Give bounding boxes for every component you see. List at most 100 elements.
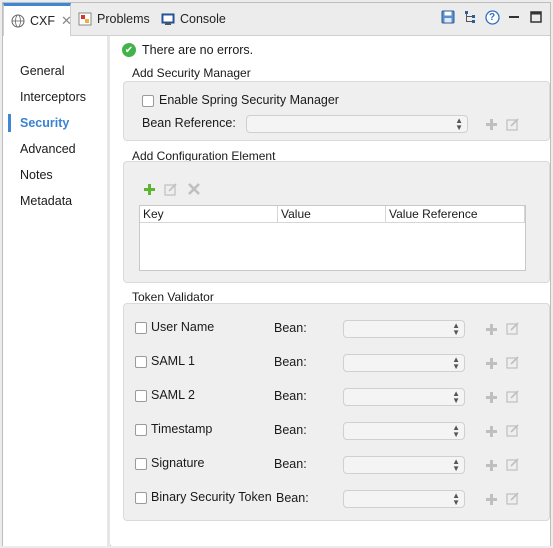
timestamp-checkbox[interactable] — [135, 424, 147, 436]
close-tab-icon[interactable]: ✕ — [61, 13, 72, 29]
edit-bean-icon[interactable] — [506, 491, 520, 505]
nav-item-label: Advanced — [20, 142, 76, 156]
combo-arrows-icon: ▲ ▼ — [452, 423, 460, 439]
edit-bean-icon[interactable] — [506, 423, 520, 437]
combo-arrows-icon: ▲ ▼ — [452, 321, 460, 337]
nav-item-label: Notes — [20, 168, 53, 182]
add-bean-icon[interactable] — [484, 390, 498, 404]
nav-item-label: Security — [20, 116, 70, 130]
validation-status: ✔ There are no errors. — [122, 43, 253, 57]
tab-cxf-label: CXF — [30, 14, 55, 28]
token-label: Timestamp — [151, 422, 213, 436]
nav-item-label: Interceptors — [20, 90, 87, 104]
combo-arrows-icon: ▲ ▼ — [452, 457, 460, 473]
token-row-timestamp: Timestamp Bean: — [133, 420, 533, 440]
nav-item-label: Metadata — [20, 194, 73, 208]
view-toolbar: ? — [440, 9, 544, 25]
bean-label: Bean: — [276, 491, 309, 505]
help-glyph: ? — [488, 12, 496, 23]
token-label: User Name — [151, 320, 215, 334]
saml1-bean-combo[interactable]: ▲ ▼ — [343, 354, 465, 372]
edit-config-icon[interactable] — [164, 182, 178, 196]
token-row-saml1: SAML 1 Bean: — [133, 352, 533, 372]
nav-item-interceptors[interactable]: Interceptors — [3, 86, 107, 108]
saml1-checkbox[interactable] — [135, 356, 147, 368]
tab-bar: CXF ✕ Problems Console ? — [3, 3, 550, 36]
security-manager-title: Add Security Manager — [132, 66, 251, 80]
security-panel: ✔ There are no errors. Add Security Mana… — [111, 36, 550, 546]
console-icon — [161, 12, 175, 26]
edit-bean-icon[interactable] — [506, 355, 520, 369]
nav-divider — [107, 36, 110, 546]
token-label: SAML 1 — [151, 354, 196, 368]
tab-cxf[interactable]: CXF ✕ — [3, 3, 72, 36]
tab-problems-label: Problems — [97, 12, 150, 26]
bean-label: Bean: — [274, 457, 307, 471]
column-key[interactable]: Key — [140, 206, 278, 222]
bean-reference-combo[interactable]: ▲ ▼ — [246, 115, 468, 133]
token-validator-title: Token Validator — [132, 290, 214, 304]
problems-icon — [78, 12, 92, 26]
status-text: There are no errors. — [142, 43, 254, 57]
delete-config-icon[interactable] — [187, 182, 201, 196]
enable-spring-security-label: Enable Spring Security Manager — [159, 93, 339, 107]
add-bean-icon[interactable] — [484, 424, 498, 438]
maximize-icon[interactable] — [528, 9, 544, 25]
combo-arrows-icon: ▲ ▼ — [452, 491, 460, 507]
enable-spring-security-checkbox[interactable] — [142, 95, 154, 107]
nav-item-notes[interactable]: Notes — [3, 164, 107, 186]
editor-window: CXF ✕ Problems Console ? General Interce… — [2, 2, 551, 546]
config-table[interactable]: Key Value Value Reference — [139, 205, 526, 271]
add-bean-icon[interactable] — [484, 117, 498, 131]
tab-console-label: Console — [180, 12, 226, 26]
combo-arrows-icon: ▲ ▼ — [455, 116, 463, 132]
token-row-signature: Signature Bean: — [133, 454, 533, 474]
edit-bean-icon[interactable] — [506, 117, 520, 131]
edit-bean-icon[interactable] — [506, 457, 520, 471]
check-icon: ✔ — [122, 43, 136, 57]
token-row-saml2: SAML 2 Bean: — [133, 386, 533, 406]
combo-arrows-icon: ▲ ▼ — [452, 389, 460, 405]
section-nav: General Interceptors Security Advanced N… — [3, 36, 110, 546]
token-label: Signature — [151, 456, 205, 470]
token-label: SAML 2 — [151, 388, 196, 402]
nav-item-metadata[interactable]: Metadata — [3, 190, 107, 212]
signature-bean-combo[interactable]: ▲ ▼ — [343, 456, 465, 474]
edit-bean-icon[interactable] — [506, 321, 520, 335]
nav-item-advanced[interactable]: Advanced — [3, 138, 107, 160]
bean-label: Bean: — [274, 423, 307, 437]
security-manager-group: Enable Spring Security Manager Bean Refe… — [123, 81, 550, 141]
token-label: Binary Security Token — [151, 490, 272, 504]
minimize-icon[interactable] — [506, 9, 522, 25]
binary-security-token-checkbox[interactable] — [135, 492, 147, 504]
username-bean-combo[interactable]: ▲ ▼ — [343, 320, 465, 338]
column-value[interactable]: Value — [278, 206, 386, 222]
config-table-header: Key Value Value Reference — [140, 206, 525, 223]
nav-item-security[interactable]: Security — [3, 112, 107, 134]
timestamp-bean-combo[interactable]: ▲ ▼ — [343, 422, 465, 440]
add-bean-icon[interactable] — [484, 356, 498, 370]
saml2-checkbox[interactable] — [135, 390, 147, 402]
nav-item-label: General — [20, 64, 65, 78]
bean-label: Bean: — [274, 355, 307, 369]
binary-security-token-bean-combo[interactable]: ▲ ▼ — [343, 490, 465, 508]
tab-problems[interactable]: Problems — [78, 3, 150, 35]
saml2-bean-combo[interactable]: ▲ ▼ — [343, 388, 465, 406]
add-config-icon[interactable] — [142, 182, 156, 196]
bean-reference-label: Bean Reference: — [142, 116, 236, 130]
column-value-reference[interactable]: Value Reference — [386, 206, 525, 222]
token-row-username: User Name Bean: — [133, 318, 533, 338]
tree-icon[interactable] — [462, 9, 478, 25]
save-icon[interactable] — [440, 9, 456, 25]
help-icon[interactable]: ? — [484, 9, 500, 25]
signature-checkbox[interactable] — [135, 458, 147, 470]
combo-arrows-icon: ▲ ▼ — [452, 355, 460, 371]
tab-console[interactable]: Console — [161, 3, 226, 35]
add-bean-icon[interactable] — [484, 458, 498, 472]
add-bean-icon[interactable] — [484, 492, 498, 506]
username-checkbox[interactable] — [135, 322, 147, 334]
bean-label: Bean: — [274, 389, 307, 403]
nav-item-general[interactable]: General — [3, 60, 107, 82]
add-bean-icon[interactable] — [484, 322, 498, 336]
edit-bean-icon[interactable] — [506, 389, 520, 403]
